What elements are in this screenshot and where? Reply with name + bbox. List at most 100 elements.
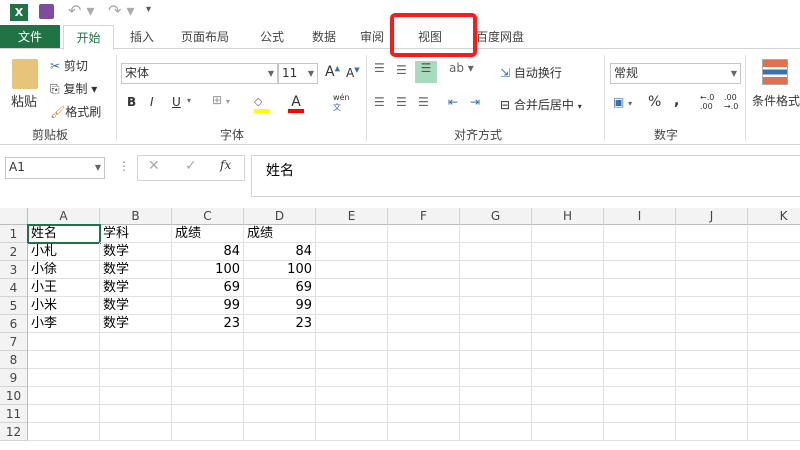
cell-E6[interactable] — [316, 315, 388, 333]
cell-J7[interactable] — [676, 333, 748, 351]
cell-D8[interactable] — [244, 351, 316, 369]
cell-K4[interactable] — [748, 279, 800, 297]
cell-G5[interactable] — [460, 297, 532, 315]
cell-A7[interactable] — [28, 333, 100, 351]
cell-K11[interactable] — [748, 405, 800, 423]
shrink-font-icon[interactable]: A▼ — [346, 66, 360, 80]
format-painter-button[interactable]: 🖌格式刷 — [50, 103, 101, 120]
cell-B11[interactable] — [100, 405, 172, 423]
cell-G7[interactable] — [460, 333, 532, 351]
cell-H8[interactable] — [532, 351, 604, 369]
cell-E12[interactable] — [316, 423, 388, 441]
cell-G6[interactable] — [460, 315, 532, 333]
cell-K12[interactable] — [748, 423, 800, 441]
cell-A2[interactable]: 小札 — [28, 243, 100, 261]
cell-G12[interactable] — [460, 423, 532, 441]
cell-C5[interactable]: 99 — [172, 297, 244, 315]
cell-D5[interactable]: 99 — [244, 297, 316, 315]
cell-K8[interactable] — [748, 351, 800, 369]
cell-A3[interactable]: 小徐 — [28, 261, 100, 279]
align-bottom-icon[interactable]: ☰ — [415, 61, 437, 83]
cell-H6[interactable] — [532, 315, 604, 333]
increase-decimal-icon[interactable]: ←.0.00 — [700, 93, 714, 111]
tab-data[interactable]: 数据 — [302, 25, 346, 49]
column-header-E[interactable]: E — [316, 208, 388, 225]
enter-icon[interactable]: ✓ — [185, 158, 197, 174]
decrease-indent-icon[interactable]: ⇤ — [448, 95, 458, 109]
cell-G3[interactable] — [460, 261, 532, 279]
cell-C7[interactable] — [172, 333, 244, 351]
cell-G8[interactable] — [460, 351, 532, 369]
cell-I5[interactable] — [604, 297, 676, 315]
phonetic-button[interactable]: wén 文 — [333, 93, 350, 113]
border-icon[interactable]: ⊞ ▾ — [212, 93, 230, 107]
cell-A1[interactable]: 姓名 — [27, 224, 101, 244]
cell-B10[interactable] — [100, 387, 172, 405]
cell-C10[interactable] — [172, 387, 244, 405]
cell-K9[interactable] — [748, 369, 800, 387]
cell-F2[interactable] — [388, 243, 460, 261]
cell-C11[interactable] — [172, 405, 244, 423]
conditional-format-button[interactable]: 条件格式 — [752, 92, 800, 109]
cell-C4[interactable]: 69 — [172, 279, 244, 297]
cell-E3[interactable] — [316, 261, 388, 279]
cell-G10[interactable] — [460, 387, 532, 405]
cell-B12[interactable] — [100, 423, 172, 441]
cell-B2[interactable]: 数学 — [100, 243, 172, 261]
cell-H2[interactable] — [532, 243, 604, 261]
italic-button[interactable]: I — [150, 95, 154, 109]
cell-J1[interactable] — [676, 225, 748, 243]
comma-button[interactable]: , — [674, 93, 679, 109]
font-color-button[interactable]: A — [288, 94, 304, 113]
row-header-6[interactable]: 6 — [0, 315, 28, 333]
cell-J2[interactable] — [676, 243, 748, 261]
cell-H12[interactable] — [532, 423, 604, 441]
font-name-select[interactable]: 宋体 ▼ — [121, 63, 278, 84]
cell-D12[interactable] — [244, 423, 316, 441]
cell-F7[interactable] — [388, 333, 460, 351]
cell-I2[interactable] — [604, 243, 676, 261]
cell-K5[interactable] — [748, 297, 800, 315]
merge-center-button[interactable]: ⊟ 合并后居中 ▾ — [500, 96, 582, 113]
cell-E5[interactable] — [316, 297, 388, 315]
cell-D4[interactable]: 69 — [244, 279, 316, 297]
bold-button[interactable]: B — [127, 95, 136, 109]
cell-B5[interactable]: 数学 — [100, 297, 172, 315]
cell-K10[interactable] — [748, 387, 800, 405]
cell-I7[interactable] — [604, 333, 676, 351]
cell-A4[interactable]: 小王 — [28, 279, 100, 297]
increase-indent-icon[interactable]: ⇥ — [470, 95, 480, 109]
cell-K6[interactable] — [748, 315, 800, 333]
cell-J8[interactable] — [676, 351, 748, 369]
cell-A11[interactable] — [28, 405, 100, 423]
cell-A6[interactable]: 小李 — [28, 315, 100, 333]
align-right-icon[interactable]: ☰ — [418, 95, 429, 109]
cell-C8[interactable] — [172, 351, 244, 369]
column-header-D[interactable]: D — [244, 208, 316, 225]
percent-button[interactable]: % — [648, 94, 661, 110]
tab-insert[interactable]: 插入 — [120, 25, 164, 49]
currency-icon[interactable]: ▣ ▾ — [613, 95, 632, 109]
tab-home[interactable]: 开始 — [63, 25, 114, 50]
row-header-11[interactable]: 11 — [0, 405, 28, 423]
cell-J6[interactable] — [676, 315, 748, 333]
cell-H4[interactable] — [532, 279, 604, 297]
wrap-text-button[interactable]: ⇲ 自动换行 — [500, 64, 562, 81]
cell-G1[interactable] — [460, 225, 532, 243]
font-size-select[interactable]: 11 ▼ — [278, 63, 318, 84]
row-header-4[interactable]: 4 — [0, 279, 28, 297]
cell-H3[interactable] — [532, 261, 604, 279]
insert-function-icon[interactable]: fx — [220, 158, 231, 172]
tab-file[interactable]: 文件 — [0, 25, 60, 49]
cell-D9[interactable] — [244, 369, 316, 387]
cell-C3[interactable]: 100 — [172, 261, 244, 279]
cell-K7[interactable] — [748, 333, 800, 351]
fill-color-button[interactable]: ◇ — [254, 95, 270, 113]
cell-I12[interactable] — [604, 423, 676, 441]
cell-K2[interactable] — [748, 243, 800, 261]
row-header-1[interactable]: 1 — [0, 225, 28, 243]
cell-C1[interactable]: 成绩 — [172, 225, 244, 243]
row-header-7[interactable]: 7 — [0, 333, 28, 351]
cell-D3[interactable]: 100 — [244, 261, 316, 279]
cell-B1[interactable]: 学科 — [100, 225, 172, 243]
